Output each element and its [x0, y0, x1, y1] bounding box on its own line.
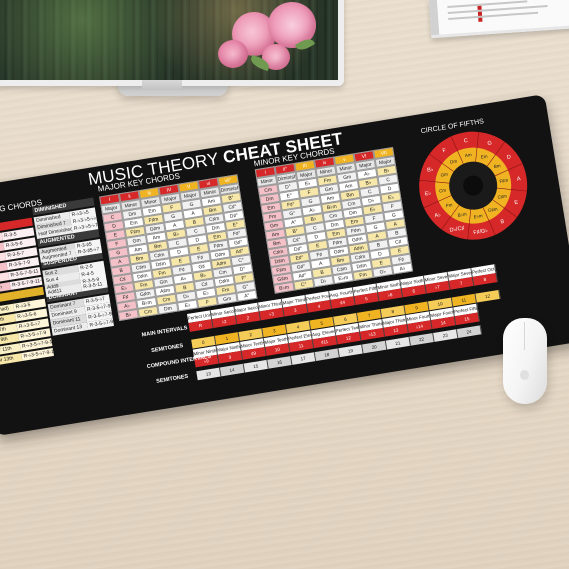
circle-of-fifths-wheel: C GDAEBF♯/G♭D♭/C♯A♭E♭B♭FAm EmBmF♯mC♯mG♯mE♭… — [419, 131, 528, 240]
grid-cell: Cm — [137, 305, 159, 318]
circle-major-key: D — [507, 154, 512, 161]
grid-cell: F — [196, 296, 218, 309]
compound-intervals-label: COMPOUND INTERVALS — [146, 353, 212, 371]
compound-interval-semitone: 21 — [385, 336, 411, 350]
grid-cell: E♭m — [332, 272, 354, 285]
compound-interval-semitone: 14 — [219, 363, 246, 377]
compound-interval-semitone: 20 — [362, 340, 388, 354]
interval-semitone: 12 — [475, 289, 501, 303]
computer-mouse — [503, 318, 547, 404]
circle-major-key: G — [487, 140, 492, 147]
apple-logo-icon — [520, 370, 529, 380]
semitones-label: SEMITONES — [150, 343, 184, 355]
main-intervals-label: MAIN INTERVALS — [141, 325, 189, 339]
semitones-compound-label: SEMITONES — [155, 373, 189, 385]
compound-interval-semitone: 17 — [291, 352, 317, 365]
grid-cell: B♭m — [273, 281, 295, 294]
compound-interval-semitone: 15 — [243, 359, 269, 373]
circle-major-key: C — [464, 138, 469, 145]
grid-cell: Gm — [216, 292, 238, 305]
grid-cell: A♭ — [391, 262, 414, 275]
mouse-button-split — [524, 322, 525, 350]
compound-interval-semitone: 22 — [409, 332, 435, 346]
grid-cell: B♭ — [117, 308, 139, 321]
compound-interval-semitone: 16 — [267, 355, 293, 369]
compound-interval-semitone: 18 — [314, 348, 340, 362]
circle-minor-key: Fm — [446, 202, 453, 208]
compound-interval-semitone: 24 — [456, 325, 483, 338]
book-bookmark — [477, 5, 483, 22]
compound-interval-semitone: 23 — [433, 329, 459, 342]
grid-cell: E♭ — [177, 299, 199, 312]
grid-cell: D♭ — [312, 275, 335, 288]
grid-cell: C° — [293, 278, 315, 291]
grid-cell: G♭ — [372, 265, 394, 278]
grid-cell: Dm — [157, 302, 179, 315]
chord-name: Minor 13th — [0, 353, 23, 367]
compound-interval-semitone: 13 — [196, 367, 222, 381]
grid-cell: Fm — [352, 268, 374, 281]
grid-cell: A° — [236, 289, 258, 302]
compound-interval-semitone: 19 — [338, 344, 364, 358]
